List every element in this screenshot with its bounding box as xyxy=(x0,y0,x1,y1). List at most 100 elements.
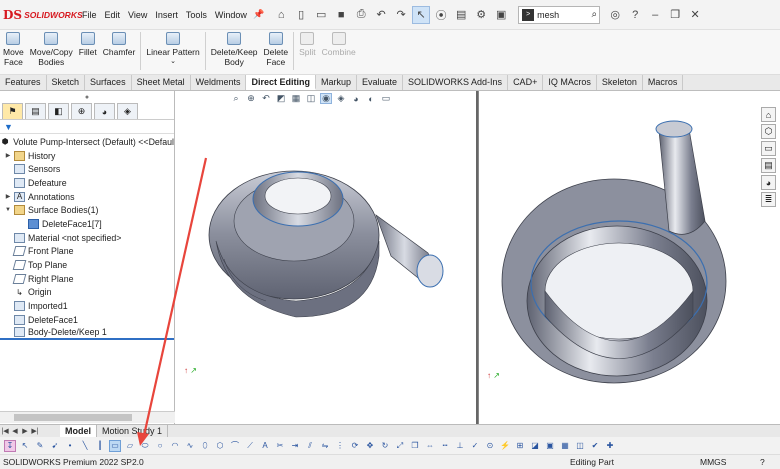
tree-item-front-plane[interactable]: Front Plane xyxy=(0,245,174,259)
section-view-icon[interactable]: ◩ xyxy=(275,93,287,104)
offset-icon[interactable]: ⫽ xyxy=(304,440,316,452)
appearances-icon[interactable]: ◕ xyxy=(761,175,776,190)
menu-tools[interactable]: Tools xyxy=(182,10,211,20)
new-document-icon[interactable]: ▯ xyxy=(292,6,310,24)
tree-item-body-delete-keep[interactable]: Body-Delete/Keep 1 xyxy=(0,327,174,341)
rectangle-icon[interactable]: ▭ xyxy=(109,439,121,452)
restore-icon[interactable]: ❐ xyxy=(666,6,684,24)
view-settings-icon[interactable]: ▭ xyxy=(380,93,392,104)
save-icon[interactable]: ■ xyxy=(332,6,350,24)
move-face-button[interactable]: Move Face xyxy=(0,32,27,67)
rapid-sketch-icon[interactable]: ⚡ xyxy=(499,440,511,452)
tree-item-sensors[interactable]: Sensors xyxy=(0,162,174,176)
home-icon[interactable]: ⌂ xyxy=(272,6,290,24)
tree-item-origin[interactable]: ↳ Origin xyxy=(0,286,174,300)
configuration-manager-tab-icon[interactable]: ◧ xyxy=(48,103,69,119)
chamfer-button[interactable]: Chamfer xyxy=(100,32,139,57)
copy-icon[interactable]: ❐ xyxy=(409,440,421,452)
open-folder-icon[interactable]: ▭ xyxy=(312,6,330,24)
last-tab-icon[interactable]: ▶| xyxy=(30,427,40,435)
fillet-icon[interactable]: ⌒ xyxy=(229,440,241,452)
construction-geometry-icon[interactable]: ┅ xyxy=(439,440,451,452)
solidworks-logo[interactable]: DS SOLIDWORKS xyxy=(0,8,83,22)
instant2d-icon[interactable]: ⊞ xyxy=(514,440,526,452)
check-sketch-icon[interactable]: ✔ xyxy=(589,440,601,452)
edit-appearance-icon[interactable]: ◕ xyxy=(350,93,362,104)
close-icon[interactable]: ✕ xyxy=(686,6,704,24)
tab-model[interactable]: Model xyxy=(60,425,97,437)
delete-face-button[interactable]: Delete Face xyxy=(261,32,292,67)
split-button[interactable]: Split xyxy=(296,32,319,57)
tab-sketch[interactable]: Sketch xyxy=(47,75,86,90)
repair-sketch-icon[interactable]: ✓ xyxy=(469,440,481,452)
text-icon[interactable]: A xyxy=(259,440,271,452)
menu-insert[interactable]: Insert xyxy=(151,10,182,20)
line-icon[interactable]: ╲ xyxy=(79,440,91,452)
parallelogram-icon[interactable]: ▱ xyxy=(124,440,136,452)
property-manager-tab-icon[interactable]: ▤ xyxy=(25,103,46,119)
spline-icon[interactable]: ∿ xyxy=(184,440,196,452)
smart-dimension-icon[interactable]: ↧ xyxy=(4,439,16,452)
resources-icon[interactable]: ⬡ xyxy=(761,124,776,139)
search-input[interactable]: mesh xyxy=(537,10,591,20)
mirror-icon[interactable]: ⇋ xyxy=(319,440,331,452)
user-icon[interactable]: ◎ xyxy=(606,6,624,24)
minimize-icon[interactable]: – xyxy=(646,6,664,24)
tree-item-history[interactable]: ▶ History xyxy=(0,149,174,163)
tab-solidworks-add-ins[interactable]: SOLIDWORKS Add-Ins xyxy=(403,75,509,90)
quick-snaps-icon[interactable]: ⊙ xyxy=(484,440,496,452)
graphics-viewport-right[interactable]: ↑ ↗ xyxy=(478,91,760,424)
extend-icon[interactable]: ⇥ xyxy=(289,440,301,452)
volute-model-top-view[interactable] xyxy=(176,91,476,424)
move-copy-bodies-button[interactable]: Move/Copy Bodies xyxy=(27,32,76,67)
tab-features[interactable]: Features xyxy=(0,75,47,90)
tree-item-imported1[interactable]: Imported1 xyxy=(0,299,174,313)
traffic-light-icon[interactable]: ⦿ xyxy=(432,6,450,24)
tab-evaluate[interactable]: Evaluate xyxy=(357,75,404,90)
horizontal-scrollbar[interactable] xyxy=(0,411,175,423)
slot-icon[interactable]: ⬭ xyxy=(139,440,151,452)
prev-tab-icon[interactable]: ◀ xyxy=(10,427,20,435)
linear-pattern-button[interactable]: Linear Pattern ⌄ xyxy=(143,32,202,67)
chevron-down-icon[interactable]: ⌄ xyxy=(170,57,176,67)
linear-pattern-icon[interactable]: ⋮ xyxy=(334,440,346,452)
home-icon[interactable]: ⌂ xyxy=(761,107,776,122)
tab-direct-editing[interactable]: Direct Editing xyxy=(246,75,316,90)
tab-cad-plus[interactable]: CAD+ xyxy=(508,75,544,90)
tree-item-right-plane[interactable]: Right Plane xyxy=(0,272,174,286)
dimxpert-tab-icon[interactable]: ⊕ xyxy=(71,103,92,119)
move-icon[interactable]: ✥ xyxy=(364,440,376,452)
menu-view[interactable]: View xyxy=(124,10,151,20)
menu-edit[interactable]: Edit xyxy=(101,10,125,20)
options-gear-icon[interactable]: ⚙ xyxy=(472,6,490,24)
feature-manager-tab-icon[interactable]: ⚑ xyxy=(2,103,23,119)
rebuild-icon[interactable]: ▤ xyxy=(452,6,470,24)
filter-icon[interactable]: ▼ xyxy=(0,120,174,134)
zoom-to-fit-icon[interactable]: ⌕ xyxy=(230,93,242,104)
scrollbar-thumb[interactable] xyxy=(14,414,132,421)
select-arrow-icon[interactable]: ↖ xyxy=(412,5,431,24)
design-library-icon[interactable]: ▭ xyxy=(761,141,776,156)
panel-collapse-handle[interactable]: ● xyxy=(0,91,174,103)
print-icon[interactable]: ⎙ xyxy=(352,6,370,24)
hide-show-items-icon[interactable]: ◈ xyxy=(335,93,347,104)
collapse-icon[interactable]: ▼ xyxy=(4,207,12,213)
trim-icon[interactable]: ✂ xyxy=(274,440,286,452)
status-help-icon[interactable]: ? xyxy=(760,457,780,467)
tab-iq-macros[interactable]: IQ MAcros xyxy=(543,75,597,90)
delete-keep-body-button[interactable]: Delete/Keep Body xyxy=(208,32,261,67)
centerline-icon[interactable]: ┃ xyxy=(94,440,106,452)
polygon-icon[interactable]: ⬡ xyxy=(214,440,226,452)
undo-icon[interactable]: ↶ xyxy=(372,6,390,24)
redo-icon[interactable]: ↷ xyxy=(392,6,410,24)
tab-sheet-metal[interactable]: Sheet Metal xyxy=(132,75,191,90)
units-status[interactable]: MMGS xyxy=(700,457,760,467)
chamfer-icon[interactable]: ⟋ xyxy=(244,440,256,452)
view-orientation-icon[interactable]: ◫ xyxy=(305,93,317,104)
apply-scene-icon[interactable]: ◐ xyxy=(365,93,377,104)
shaded-contours-icon[interactable]: ◪ xyxy=(529,440,541,452)
first-tab-icon[interactable]: |◀ xyxy=(0,427,10,435)
tab-surfaces[interactable]: Surfaces xyxy=(85,75,132,90)
tab-motion-study-1[interactable]: Motion Study 1 xyxy=(97,425,169,437)
tree-root[interactable]: ⬢ Volute Pump-Intersect (Default) <<Defa… xyxy=(0,135,174,149)
